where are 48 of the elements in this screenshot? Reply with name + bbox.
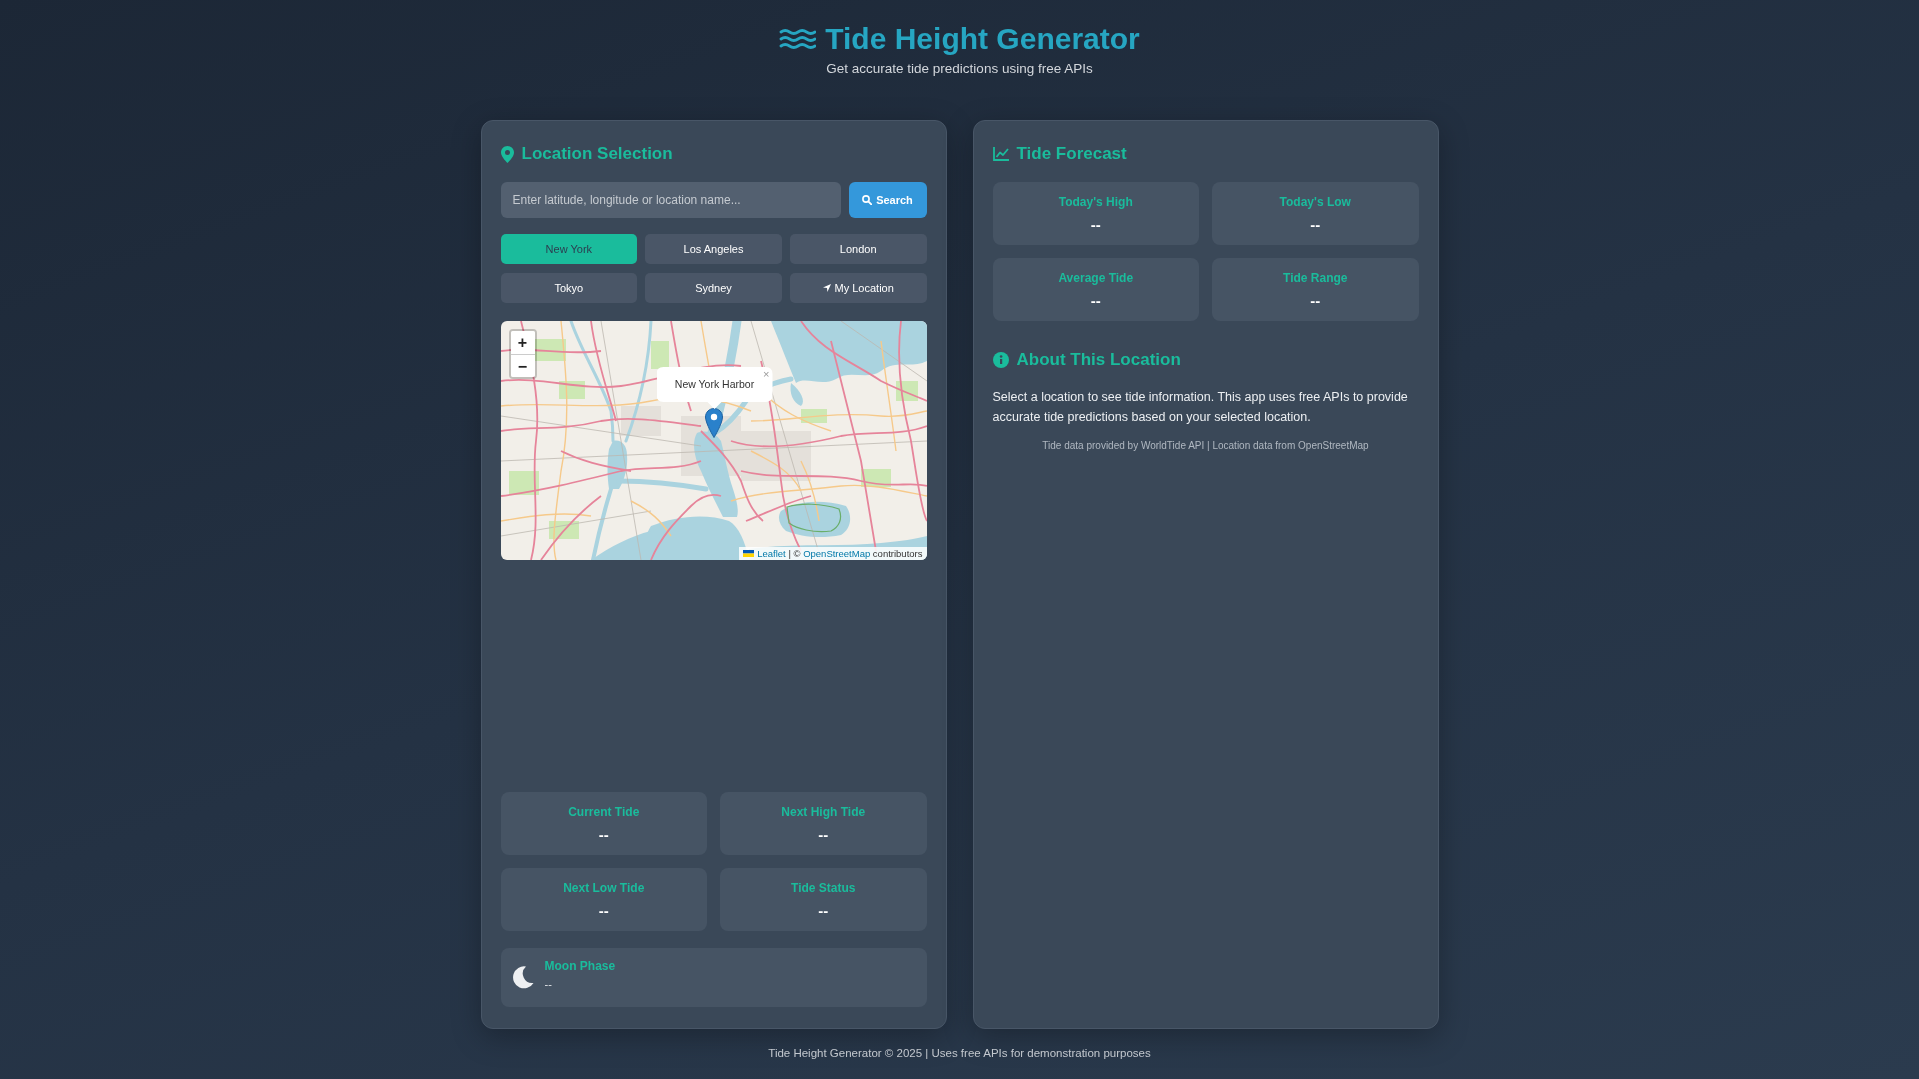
leaflet-link[interactable]: Leaflet xyxy=(757,548,786,559)
stat-label: Tide Status xyxy=(791,880,856,896)
zoom-in-button[interactable]: + xyxy=(510,331,535,354)
city-button[interactable]: Los Angeles xyxy=(645,234,782,264)
stat-value: -- xyxy=(818,902,829,920)
search-field[interactable]: Enter latitude, longitude or location name... xyxy=(500,182,841,218)
stat-label: Average Tide xyxy=(1058,270,1134,286)
about-text: Select a location to see tide information. This app uses free APIs to provide accurate tide predictions based on your selected location. xyxy=(992,389,1409,426)
stat-value: -- xyxy=(1310,292,1321,310)
stat-label: Tide Range xyxy=(1283,270,1348,286)
search-icon xyxy=(862,195,873,205)
flag-icon xyxy=(743,550,755,557)
app-subtitle: Get accurate tide predictions using free APIs xyxy=(826,60,1093,78)
stat-label: Today's High xyxy=(1058,194,1133,210)
map-marker-icon[interactable] xyxy=(704,408,723,438)
location-arrow-icon xyxy=(822,284,831,292)
stat-value: -- xyxy=(1090,216,1101,234)
waves-icon xyxy=(779,28,817,50)
stat-value: -- xyxy=(818,826,829,844)
stat-value: -- xyxy=(598,902,609,920)
stat-value: -- xyxy=(1090,292,1101,310)
stat-label: Next Low Tide xyxy=(563,880,645,896)
map-pin-icon xyxy=(500,145,514,163)
city-button[interactable]: London xyxy=(789,234,927,264)
stat-value: -- xyxy=(1310,216,1321,234)
city-button[interactable]: Tokyo xyxy=(500,273,638,303)
popup-label: New York Harbor xyxy=(673,377,756,391)
map-attribution: Leaflet | © OpenStreetMap contributors xyxy=(757,547,923,560)
zoom-out-button[interactable]: − xyxy=(510,354,535,377)
city-button[interactable]: New York xyxy=(500,234,638,264)
footer-text: Tide Height Generator © 2025 | Uses free APIs for demonstration purposes xyxy=(768,1047,1151,1059)
stat-label: Next High Tide xyxy=(781,804,866,820)
osm-link[interactable]: OpenStreetMap xyxy=(803,548,871,559)
section-heading: About This Location xyxy=(1016,349,1181,371)
city-button[interactable]: Sydney xyxy=(645,273,782,303)
stat-value: -- xyxy=(598,826,609,844)
section-heading: Location Selection xyxy=(521,143,673,165)
stat-value: -- xyxy=(544,977,552,991)
line-chart-icon xyxy=(992,147,1009,161)
app-title: Tide Height Generator xyxy=(825,21,1140,57)
data-credits: Tide data provided by WorldTide API | Location data from OpenStreetMap xyxy=(1042,440,1369,451)
section-heading: Tide Forecast xyxy=(1016,143,1127,165)
info-icon xyxy=(992,352,1009,368)
stat-label: Moon Phase xyxy=(544,958,616,974)
stat-label: Today's Low xyxy=(1279,194,1351,210)
my-location-button[interactable]: My Location xyxy=(789,273,927,303)
moon-icon xyxy=(511,966,534,989)
stat-label: Current Tide xyxy=(568,804,640,820)
